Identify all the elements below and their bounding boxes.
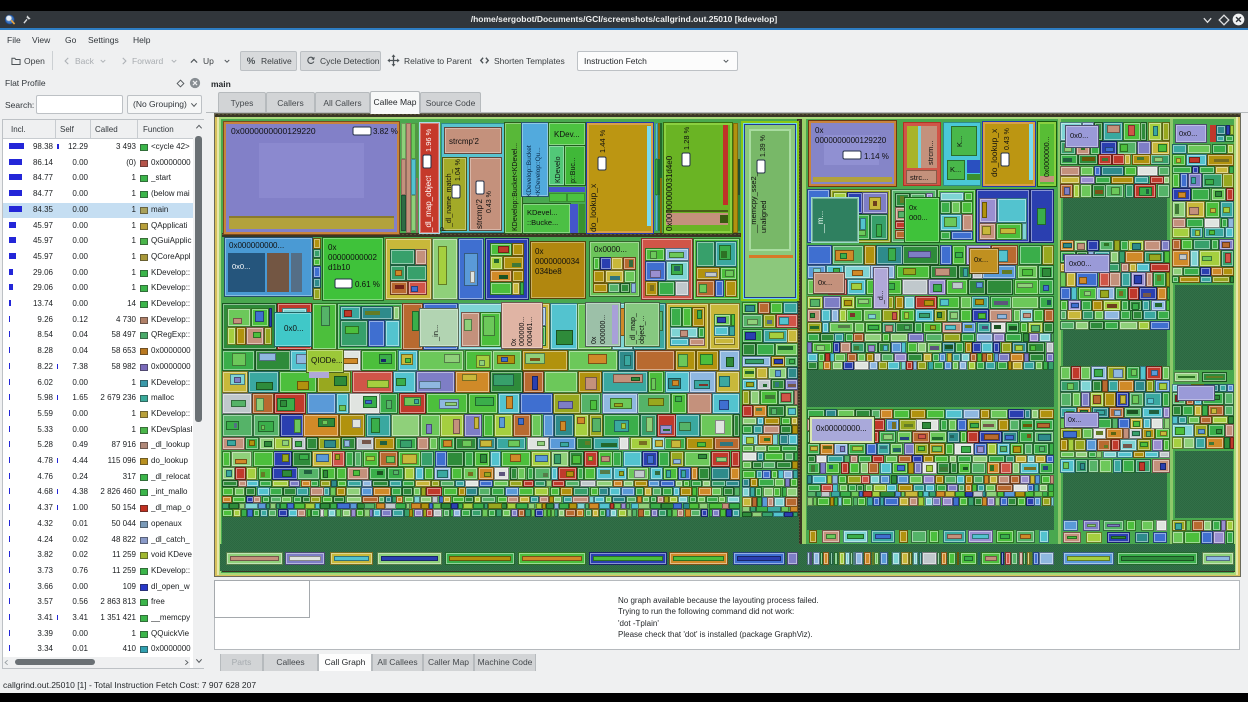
svg-text:strcmp'2: strcmp'2 xyxy=(449,137,480,146)
svg-text:0x0...: 0x0... xyxy=(1070,131,1088,140)
svg-text:00000000002: 00000000002 xyxy=(328,253,377,262)
svg-text:0x0000...: 0x0000... xyxy=(594,245,627,254)
svg-text:034be8: 034be8 xyxy=(535,267,562,276)
svg-text:0x00000000...: 0x00000000... xyxy=(816,424,867,433)
svg-text:p::Buc...: p::Buc... xyxy=(570,157,577,183)
svg-text:unaligned: unaligned xyxy=(759,200,768,233)
svg-text:0x...: 0x... xyxy=(1068,417,1081,424)
svg-text:__memcpy_sse2_: __memcpy_sse2_ xyxy=(749,171,758,234)
svg-text:<KDevelop::Qu...: <KDevelop::Qu... xyxy=(535,147,542,197)
svg-text:strcmp'2: strcmp'2 xyxy=(475,198,484,229)
svg-text:3.82 %: 3.82 % xyxy=(373,127,398,136)
svg-text:000000...: 000000... xyxy=(519,317,526,346)
svg-text:0x...: 0x... xyxy=(818,278,832,287)
svg-text:1.39 %: 1.39 % xyxy=(760,135,767,157)
svg-text:0x...: 0x... xyxy=(974,255,988,264)
svg-text:p: p xyxy=(439,227,446,231)
svg-text:object_...: object_... xyxy=(639,316,646,344)
svg-text:strc...: strc... xyxy=(910,173,928,182)
svg-text:0x000000000...: 0x000000000... xyxy=(229,241,284,250)
svg-text:0x0000000...: 0x0000000... xyxy=(1044,136,1051,177)
svg-text:KDevelop::Bucket: KDevelop::Bucket xyxy=(526,145,533,197)
svg-text:0x: 0x xyxy=(909,203,917,212)
svg-text:_dl_name_match_: _dl_name_match_ xyxy=(446,169,453,228)
svg-text:d1b10: d1b10 xyxy=(328,263,351,272)
svg-text:KDevel...: KDevel... xyxy=(527,208,557,217)
svg-text:0x: 0x xyxy=(815,126,823,135)
svg-text:_d...: _d... xyxy=(878,290,885,305)
svg-text:1.28 %: 1.28 % xyxy=(682,126,691,150)
svg-text:0x0000000000129220: 0x0000000000129220 xyxy=(231,126,316,136)
svg-text:strcm...: strcm... xyxy=(926,140,935,165)
svg-text:0x0...: 0x0... xyxy=(1179,129,1197,138)
svg-text:QIODe...: QIODe... xyxy=(311,356,343,365)
svg-text:0x0...: 0x0... xyxy=(232,262,250,271)
svg-text:__m...: __m... xyxy=(816,211,825,234)
svg-text:KDevelop::Bucket<KDevel...: KDevelop::Bucket<KDevel... xyxy=(512,143,519,231)
svg-text:0.43 %: 0.43 % xyxy=(486,191,493,213)
svg-text:%: % xyxy=(247,56,256,66)
svg-text:0000000034: 0000000034 xyxy=(535,257,580,266)
svg-text:0x0...: 0x0... xyxy=(284,324,304,333)
svg-text:_dl_map_object: _dl_map_object xyxy=(424,175,433,233)
svg-text:KDevelo: KDevelo xyxy=(555,156,562,183)
svg-text:0x: 0x xyxy=(511,338,518,346)
svg-text:1.04 %: 1.04 % xyxy=(455,159,462,181)
svg-text:0x00...: 0x00... xyxy=(1069,259,1092,268)
svg-text:KDev...: KDev... xyxy=(554,130,580,139)
svg-text:do_lookup_x: do_lookup_x xyxy=(588,183,598,232)
svg-text:1.14 %: 1.14 % xyxy=(864,152,889,161)
svg-text:0000000000129220: 0000000000129220 xyxy=(815,136,887,145)
svg-text:1.96 %: 1.96 % xyxy=(424,128,433,152)
svg-text:0.61 %: 0.61 % xyxy=(355,280,380,289)
svg-text:K...: K... xyxy=(955,136,964,147)
svg-text:_in...: _in... xyxy=(431,325,440,342)
svg-text:0x: 0x xyxy=(535,247,543,256)
svg-text:0x: 0x xyxy=(328,243,336,252)
svg-text:::Bucke...: ::Bucke... xyxy=(527,218,558,227)
svg-text:000...: 000... xyxy=(909,213,928,222)
svg-text:0x: 0x xyxy=(591,336,598,344)
svg-text:0.43 %: 0.43 % xyxy=(1004,128,1011,150)
svg-text:000000...: 000000... xyxy=(600,315,607,344)
svg-text:0x00000000031d4e0: 0x00000000031d4e0 xyxy=(665,155,674,231)
svg-text:do_lookup_x: do_lookup_x xyxy=(989,128,999,177)
svg-text:K...: K... xyxy=(950,165,961,174)
svg-text:_dl_map_: _dl_map_ xyxy=(630,313,637,345)
svg-text:1.44 %: 1.44 % xyxy=(598,129,607,153)
svg-text:000461...: 000461... xyxy=(527,317,534,346)
